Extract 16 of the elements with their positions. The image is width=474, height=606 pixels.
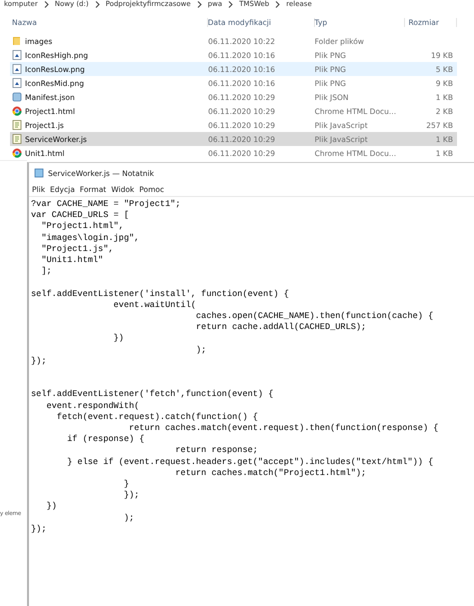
chevron-icon <box>196 0 202 8</box>
code-text: ?var CACHE_NAME = "Project1"; var CACHED_URLS = [ "Project1.html", "images\login.jpg", "Project1.js", "Unit1.html" ]; self.addEventListener('install', function(event) { event.waitUntil( caches.open(CACHE_NAME).then(function(cache) { return cache.addAll(CACHED_URLS); }) ); }); self.addEventListener('fetch',function(event) { event.respondWith( fetch(event.request).catch(function() { return caches.match(event.request).then(function(response) { if (response) { return response; } else if (event.request.headers.get("accept").includes("text/html")) { return caches.match("Project1.html"); } }); }) ); }); <box>31 199 440 536</box>
image-file-icon <box>12 78 22 88</box>
browser-icon <box>12 148 22 158</box>
script-file-icon <box>12 120 22 130</box>
browser-icon <box>12 106 22 116</box>
script-file-icon <box>12 134 22 144</box>
image-file-icon <box>12 50 22 60</box>
image-file-icon <box>12 64 22 74</box>
folder-icon <box>12 36 22 46</box>
chevron-icon <box>228 0 234 8</box>
notepad-icon <box>34 168 44 178</box>
document-icon <box>12 92 22 102</box>
chevron-icon <box>94 0 100 8</box>
chevron-icon <box>44 0 49 8</box>
chevron-icon <box>275 0 280 8</box>
